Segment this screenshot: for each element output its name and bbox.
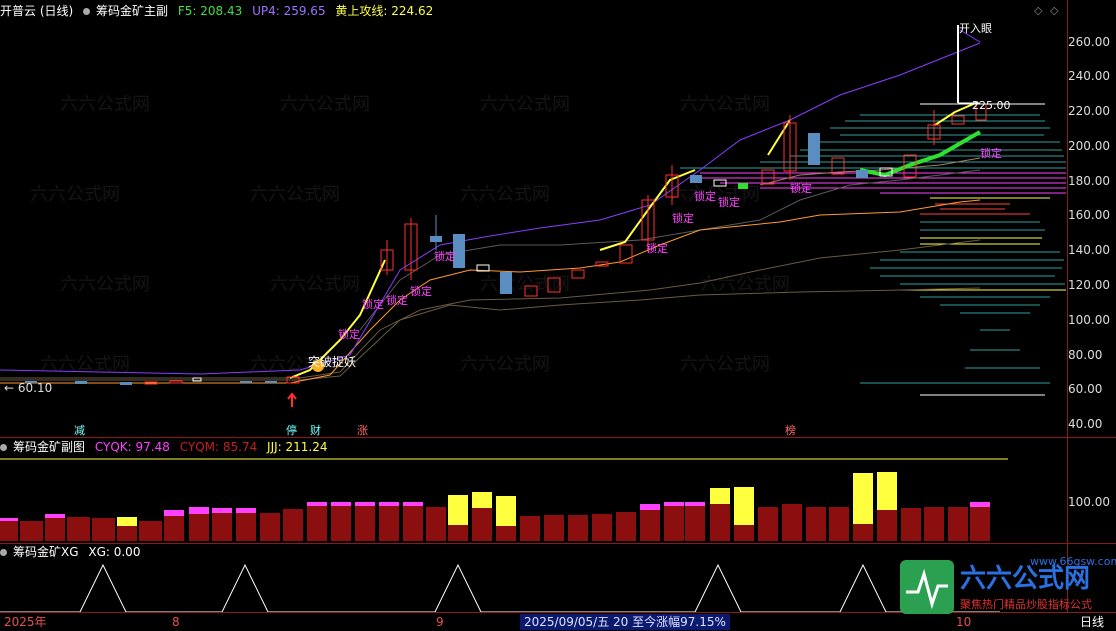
watermark-text: 六六公式网 <box>680 94 770 115</box>
date-month-9: 9 <box>436 615 444 629</box>
axis-tick: 140.00 <box>1068 243 1110 257</box>
up4-value: UP4: 259.65 <box>252 4 326 18</box>
axis-tick: 180.00 <box>1068 174 1110 188</box>
watermark-text: 六六公式网 <box>480 94 570 115</box>
panel-divider-2[interactable] <box>0 543 1116 544</box>
indicator-dot-icon[interactable] <box>0 549 7 556</box>
trend-seg-3 <box>767 119 791 156</box>
lock-label: 锁定 <box>672 212 694 225</box>
event-tag-finance[interactable]: 财 <box>310 422 321 438</box>
low-label: ← 60.10 <box>4 381 53 395</box>
main-indicator-name[interactable]: 筹码金矿主副 <box>96 4 168 18</box>
lock-label: 锁定 <box>434 250 456 263</box>
axis-tick: 260.00 <box>1068 35 1110 49</box>
event-tag-reduce[interactable]: 减 <box>74 422 85 438</box>
xg-header: 筹码金矿XG XG: 0.00 <box>0 543 146 561</box>
high-label: 开入眼 <box>959 22 992 35</box>
sub-axis-tick: 100.00 <box>1068 495 1110 509</box>
chip-distribution <box>680 114 1066 396</box>
indicator-dot-icon[interactable] <box>0 444 7 451</box>
lock-label: 锁定 <box>980 147 1002 160</box>
axis-tick: 60.00 <box>1068 382 1103 396</box>
watermark-text: 六六公式网 <box>30 184 120 205</box>
golden-line-value: 黄上攻线: 224.62 <box>335 4 434 18</box>
watermark-text: 六六公式网 <box>460 184 550 205</box>
axis-tick: 240.00 <box>1068 69 1110 83</box>
event-tag-rise[interactable]: 涨 <box>357 422 368 438</box>
lock-label: 锁定 <box>386 294 408 307</box>
xg-indicator-name[interactable]: 筹码金矿XG <box>13 545 79 559</box>
cyqm-value: CYQM: 85.74 <box>179 440 258 454</box>
cyqk-value: CYQK: 97.48 <box>94 440 170 454</box>
sub-bars <box>0 472 990 541</box>
cursor-date-label: 2025/09/05/五 20 至今涨幅97.15% <box>520 614 730 630</box>
sub-chart[interactable] <box>0 455 1068 543</box>
xg-value: XG: 0.00 <box>88 545 141 559</box>
xg-signal-line <box>0 563 1000 613</box>
lock-label: 锁定 <box>694 190 716 203</box>
sub-axis: 100.00 <box>1068 455 1116 543</box>
axis-tick: 160.00 <box>1068 208 1110 222</box>
lock-label: 锁定 <box>338 328 360 341</box>
breakout-label: 突破捉妖 <box>308 355 357 369</box>
watermark-text: 六六公式网 <box>60 274 150 295</box>
date-month-8: 8 <box>172 615 180 629</box>
indicator-dot-icon[interactable] <box>83 8 91 15</box>
watermark-logo-icon <box>900 560 954 614</box>
green-trend <box>859 130 981 178</box>
main-price-axis: 260.00 240.00 220.00 200.00 180.00 160.0… <box>1068 0 1116 438</box>
watermark-url: www.66gsw.com <box>1030 555 1116 568</box>
lock-label: 锁定 <box>790 182 812 195</box>
ma-purple <box>0 42 981 375</box>
lock-label: 锁定 <box>362 298 384 311</box>
watermark-text: 六六公式网 <box>60 94 150 115</box>
watermark-text: 六六公式网 <box>680 354 770 375</box>
diamond-icon-2[interactable]: ◇ <box>1050 4 1058 17</box>
stock-title[interactable]: 开普云 (日线) <box>0 4 73 18</box>
price-label: 225.00 <box>972 99 1011 112</box>
sub-header: 筹码金矿副图 CYQK: 97.48 CYQM: 85.74 JJJ: 211.… <box>0 438 334 456</box>
watermark-text: 六六公式网 <box>270 274 360 295</box>
lock-label: 锁定 <box>718 196 740 209</box>
jjj-value: JJJ: 211.24 <box>267 440 328 454</box>
event-tag-list[interactable]: 榜 <box>785 422 796 438</box>
axis-tick: 120.00 <box>1068 278 1110 292</box>
up-arrow-icon <box>287 392 297 407</box>
axis-tick: 220.00 <box>1068 104 1110 118</box>
f5-value: F5: 208.43 <box>177 4 243 18</box>
sub-indicator-name[interactable]: 筹码金矿副图 <box>13 440 85 454</box>
diamond-icon[interactable]: ◇ <box>1034 4 1042 17</box>
main-chart[interactable]: 六六公式网 六六公式网 六六公式网 六六公式网 六六公式网 六六公式网 六六公式… <box>0 18 1068 438</box>
watermark-text: 六六公式网 <box>280 94 370 115</box>
watermark-text: 六六公式网 <box>460 354 550 375</box>
event-tag-stop[interactable]: 停 <box>286 422 297 438</box>
axis-tick: 40.00 <box>1068 417 1103 431</box>
axis-tick: 80.00 <box>1068 348 1103 362</box>
date-year: 2025年 <box>4 615 47 629</box>
watermark-slogan: 聚焦热门精品炒股指标公式 <box>960 598 1092 611</box>
axis-tick: 200.00 <box>1068 139 1110 153</box>
watermark-text: 六六公式网 <box>700 274 790 295</box>
watermark-text: 六六公式网 <box>250 184 340 205</box>
lock-label: 锁定 <box>646 242 668 255</box>
axis-tick: 100.00 <box>1068 313 1110 327</box>
lock-label: 锁定 <box>410 285 432 298</box>
